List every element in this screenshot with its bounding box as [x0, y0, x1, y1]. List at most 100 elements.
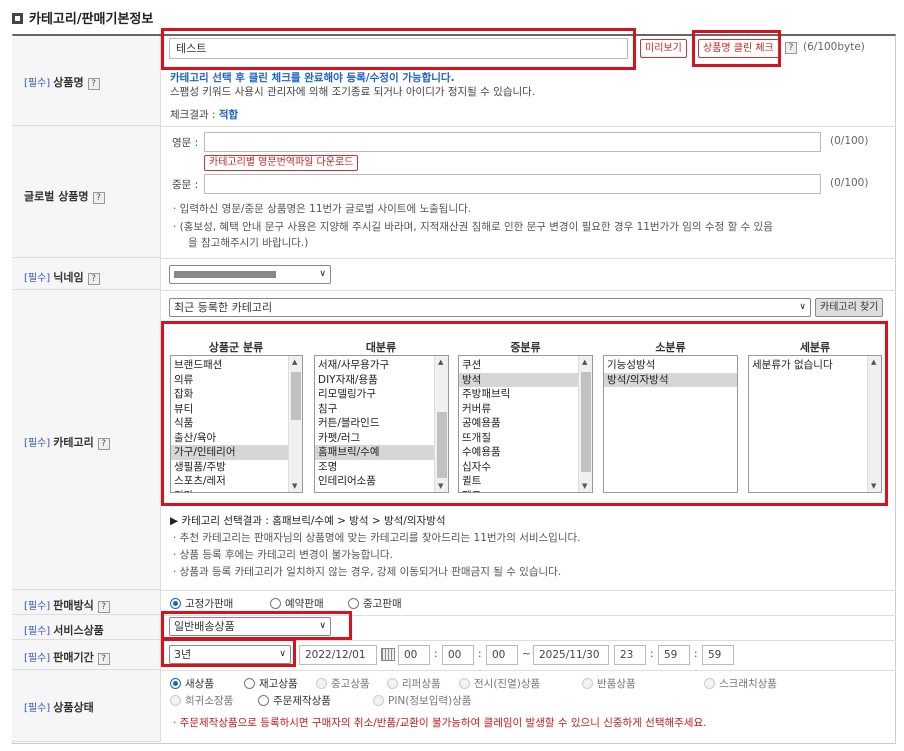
radio-custom-made[interactable]: 주문제작상품	[258, 693, 331, 708]
category-option[interactable]: 인테리어소품	[315, 474, 434, 489]
category-option[interactable]: 수예용품	[459, 445, 578, 460]
end-hour-input[interactable]: 23	[614, 645, 646, 665]
category-label: [필수] 카테고리?	[24, 434, 110, 450]
sales-period-select[interactable]: 3년 ∨	[169, 645, 291, 664]
category-option[interactable]: 식품	[171, 416, 288, 431]
category-option[interactable]: 방석/의자방석	[604, 372, 737, 387]
category-option[interactable]: 공예용품	[459, 416, 578, 431]
row-divider	[161, 258, 896, 259]
category-option[interactable]: 의류	[171, 373, 288, 388]
end-minute-input[interactable]: 59	[658, 645, 690, 665]
radio-icon	[270, 598, 281, 609]
category-option[interactable]: 브랜드패션	[171, 358, 288, 373]
column-header: 대분류	[365, 341, 397, 354]
radio-used[interactable]: 중고판매	[348, 596, 402, 611]
row-divider	[161, 590, 896, 591]
category-option[interactable]: 카펫/러그	[315, 431, 434, 446]
category-option[interactable]: 건강	[171, 489, 288, 493]
radio-display[interactable]: 전시(진열)상품	[459, 676, 540, 691]
category-list-detail[interactable]: 세분류가 없습니다 ▲ ▼	[748, 355, 882, 493]
help-icon[interactable]: ?	[92, 192, 105, 204]
category-option[interactable]: 세분류가 없습니다	[749, 358, 867, 373]
radio-icon	[258, 695, 269, 706]
category-note: · 상품과 등록 카테고리가 일치하지 않는 경우, 강제 이동되거나 판매금지…	[173, 566, 562, 578]
category-option[interactable]: 생필품/주방	[171, 460, 288, 475]
scrollbar[interactable]: ▲ ▼	[578, 356, 592, 492]
category-option[interactable]: 조명	[315, 460, 434, 475]
radio-refurb[interactable]: 리퍼상품	[387, 676, 441, 691]
clean-check-button[interactable]: 상품명 클린 체크	[698, 39, 779, 58]
category-option[interactable]: 서재/사무용가구	[315, 358, 434, 373]
category-list-large[interactable]: 서재/사무용가구 DIY자재/용품 리모델링가구 침구 커튼/블라인드 카펫/러그 홈패브릭…	[314, 355, 449, 493]
start-minute-input[interactable]: 00	[442, 645, 474, 665]
category-option[interactable]: 주방패브릭	[459, 387, 578, 402]
nickname-select[interactable]: ∨	[169, 265, 331, 284]
category-option[interactable]: 커버류	[459, 402, 578, 417]
category-result-path: 홈패브릭/수예 > 방석 > 방석/의자방석	[272, 515, 446, 527]
radio-rare[interactable]: 희귀소장품	[170, 693, 233, 708]
help-icon[interactable]: ?	[97, 438, 110, 450]
category-list-medium[interactable]: 쿠션방석주방패브릭커버류공예용품뜨개질수예용품십자수퀼트펠트 ▲▼	[458, 355, 593, 493]
help-icon[interactable]: ?	[87, 78, 100, 90]
help-icon[interactable]: ?	[785, 42, 797, 54]
radio-stock[interactable]: 재고상품	[244, 676, 298, 691]
redacted-value	[174, 271, 276, 278]
end-second-input[interactable]: 59	[702, 645, 734, 665]
category-option[interactable]: DIY자재/용품	[315, 373, 434, 388]
radio-returned[interactable]: 반품상품	[582, 676, 636, 691]
category-option[interactable]: 쿠션	[459, 358, 578, 373]
category-option[interactable]: 퀼트	[459, 474, 578, 489]
radio-new[interactable]: 새상품	[170, 676, 214, 691]
start-hour-input[interactable]: 00	[398, 645, 430, 665]
scrollbar[interactable]: ▲ ▼	[288, 356, 302, 492]
global-name-label: 글로벌 상품명?	[24, 188, 105, 204]
time-separator: :	[694, 648, 698, 660]
help-icon[interactable]: ?	[97, 601, 110, 613]
radio-pin[interactable]: PIN(정보입력)상품	[373, 693, 471, 708]
category-result: ▶ 카테고리 선택결과 : 홈패브릭/수예 > 방석 > 방석/의자방석	[170, 515, 446, 527]
category-option[interactable]: 잡화	[171, 387, 288, 402]
category-option[interactable]: 펠트	[459, 489, 578, 493]
service-product-select[interactable]: 일반배송상품 ∨	[169, 617, 331, 636]
category-option[interactable]: 십자수	[459, 460, 578, 475]
check-result-value: 적합	[218, 109, 239, 121]
english-name-input[interactable]	[204, 132, 821, 152]
category-note: · 추천 카테고리는 판매자님의 상품명에 맞는 카테고리를 찾아드리는 11번…	[173, 532, 581, 544]
find-category-button[interactable]: 카테고리 찾기	[815, 298, 884, 317]
calendar-icon[interactable]	[381, 648, 395, 661]
download-translation-button[interactable]: 카테고리별 영문번역파일 다운로드	[204, 155, 359, 171]
category-option[interactable]: 홈패브릭/수예	[315, 445, 434, 460]
category-option[interactable]: 침구	[315, 402, 434, 417]
category-option[interactable]: 가구/인테리어	[171, 445, 288, 460]
spam-notice: 스팸성 키워드 사용시 관리자에 의해 조기종료 되거나 아이디가 정지될 수 …	[170, 86, 536, 98]
radio-reservation[interactable]: 예약판매	[270, 596, 324, 611]
category-option[interactable]: 리모델링가구	[315, 387, 434, 402]
category-option[interactable]: 뷰티	[171, 402, 288, 417]
recent-category-select[interactable]: 최근 등록한 카테고리 ∨	[169, 298, 811, 317]
category-option[interactable]: 커튼/블라인드	[315, 416, 434, 431]
category-list-small[interactable]: 기능성방석 방석/의자방석	[603, 355, 738, 493]
end-date-input[interactable]: 2025/11/30	[533, 645, 609, 665]
help-icon[interactable]: ?	[87, 273, 100, 285]
range-tilde: ~	[522, 648, 531, 660]
radio-used-item[interactable]: 중고상품	[316, 676, 370, 691]
preview-button[interactable]: 미리보기	[640, 39, 687, 58]
category-option[interactable]: 방석	[459, 372, 578, 387]
start-second-input[interactable]: 00	[486, 645, 518, 665]
scrollbar[interactable]: ▲ ▼	[434, 356, 448, 492]
category-list-group[interactable]: 브랜드패션의류잡화뷰티식품출산/육아가구/인테리어생필품/주방스포츠/레저건강 …	[170, 355, 303, 493]
radio-fixed-price[interactable]: 고정가판매	[170, 596, 233, 611]
help-icon[interactable]: ?	[97, 653, 110, 665]
product-name-input[interactable]: 테스트	[169, 38, 628, 59]
start-date-input[interactable]: 2022/12/01	[299, 645, 377, 665]
category-option[interactable]: 기능성방석	[604, 358, 737, 373]
category-option[interactable]: 뜨개질	[459, 431, 578, 446]
service-product-label: [필수] 서비스상품	[24, 624, 104, 637]
radio-scratch[interactable]: 스크래치상품	[704, 676, 777, 691]
english-count: (0/100)	[830, 135, 869, 147]
scrollbar[interactable]: ▲ ▼	[867, 356, 881, 492]
nickname-label: [필수] 닉네임?	[24, 269, 100, 285]
chinese-name-input[interactable]	[204, 174, 821, 194]
category-option[interactable]: 출산/육아	[171, 431, 288, 446]
category-option[interactable]: 스포츠/레저	[171, 474, 288, 489]
